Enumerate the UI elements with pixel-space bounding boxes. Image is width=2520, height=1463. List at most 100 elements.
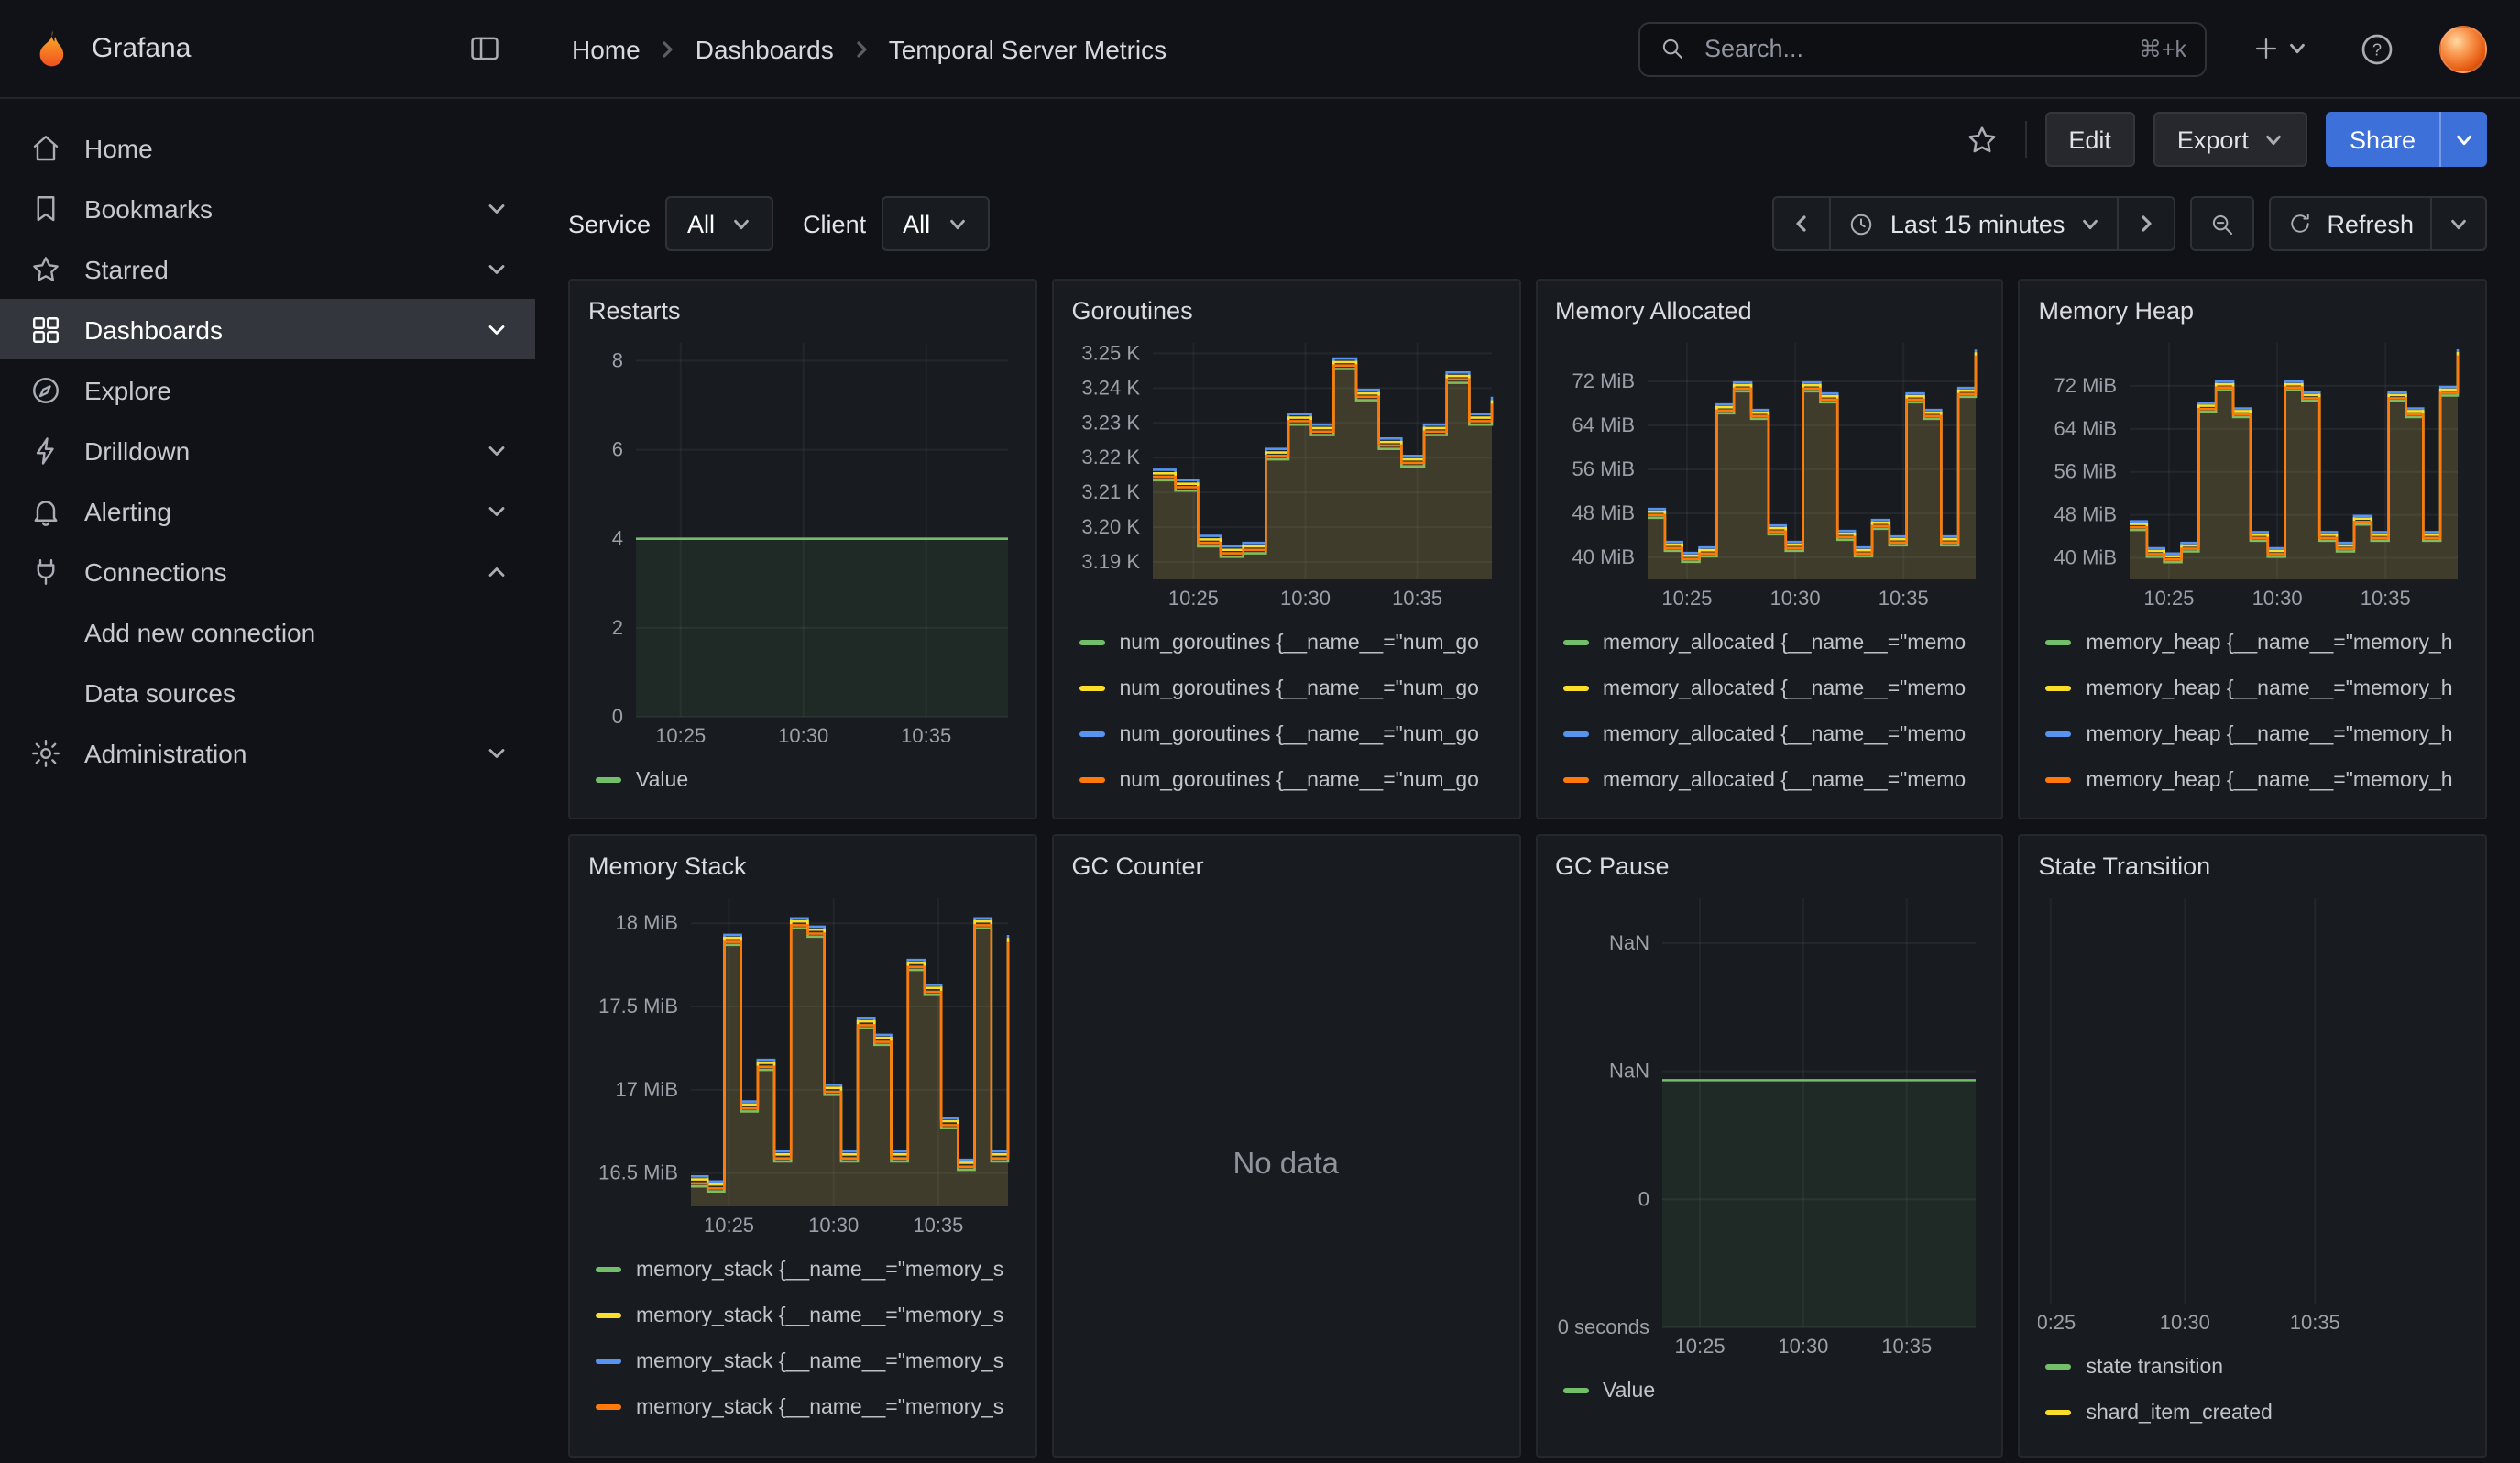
legend-label: Value (1603, 1380, 1655, 1402)
legend: Value (588, 757, 1017, 803)
legend-item[interactable]: memory_allocated {__name__="memo (1562, 666, 1984, 711)
chevron-down-icon[interactable] (484, 498, 509, 523)
favorite-button[interactable] (1956, 115, 2006, 164)
chevron-down-icon[interactable] (484, 256, 509, 281)
breadcrumb-home[interactable]: Home (572, 34, 641, 63)
breadcrumb-dashboards[interactable]: Dashboards (696, 34, 834, 63)
legend-item[interactable]: memory_heap {__name__="memory_h (2046, 620, 2468, 666)
time-shift-back-button[interactable] (1773, 196, 1832, 251)
chevron-right-icon (850, 38, 872, 60)
legend: state transition shard_item_created (2039, 1344, 2468, 1436)
sidebar-item-connections[interactable]: Connections (0, 541, 535, 601)
panel-title[interactable]: GC Pause (1555, 847, 1984, 887)
legend-item[interactable]: memory_stack {__name__="memory_s (596, 1247, 1017, 1292)
service-filter-select[interactable]: All (665, 196, 773, 251)
share-button[interactable]: Share (2326, 112, 2439, 167)
legend: memory_allocated {__name__="memo memory_… (1555, 620, 1984, 803)
legend-item[interactable]: memory_stack {__name__="memory_s (596, 1384, 1017, 1430)
legend-item[interactable]: memory_allocated {__name__="memo (1562, 757, 1984, 803)
svg-text:48 MiB: 48 MiB (1572, 501, 1634, 524)
panel-title[interactable]: Memory Allocated (1555, 292, 1984, 332)
chevron-up-icon[interactable] (484, 558, 509, 584)
refresh-interval-button[interactable] (2430, 196, 2487, 251)
home-link[interactable]: Grafana (29, 27, 191, 71)
panel-title[interactable]: Restarts (588, 292, 1017, 332)
legend-item[interactable]: shard_item_created (2046, 1390, 2468, 1436)
sidebar-item-add-new-connection[interactable]: Add new connection (0, 601, 535, 662)
add-new-button[interactable] (2243, 26, 2315, 72)
sidebar-item-starred[interactable]: Starred (0, 238, 535, 299)
legend-item[interactable]: memory_stack {__name__="memory_s (596, 1292, 1017, 1338)
svg-text:?: ? (2372, 39, 2382, 59)
legend-item[interactable]: num_goroutines {__name__="num_go (1079, 757, 1501, 803)
legend-item[interactable]: num_goroutines {__name__="num_go (1079, 666, 1501, 711)
memory-stack-chart[interactable]: 10:2510:3010:3516.5 MiB17 MiB17.5 MiB18 … (588, 887, 1017, 1239)
sidebar-item-administration[interactable]: Administration (0, 722, 535, 783)
svg-text:18 MiB: 18 MiB (616, 911, 678, 934)
panel-restarts: Restarts 10:2510:3010:3502468 Value (568, 279, 1037, 820)
chevron-down-icon[interactable] (484, 437, 509, 463)
state-transition-chart[interactable]: 10:2510:3010:35 (2039, 887, 2468, 1336)
legend-item[interactable]: memory_heap {__name__="memory_h (2046, 757, 2468, 803)
sidebar-item-explore[interactable]: Explore (0, 359, 535, 420)
legend-item[interactable]: num_goroutines {__name__="num_go (1079, 620, 1501, 666)
panel-title[interactable]: State Transition (2039, 847, 2468, 887)
user-avatar[interactable] (2439, 25, 2487, 72)
search-box[interactable]: ⌘+k (1638, 21, 2207, 76)
share-menu-button[interactable] (2439, 112, 2487, 167)
time-shift-forward-button[interactable] (2116, 196, 2175, 251)
legend-item[interactable]: memory_allocated {__name__="memo (1562, 711, 1984, 757)
export-button[interactable]: Export (2153, 112, 2307, 167)
legend-item[interactable]: Value (596, 757, 1017, 803)
sidebar-item-drilldown[interactable]: Drilldown (0, 420, 535, 480)
svg-text:4: 4 (612, 527, 623, 550)
legend-item[interactable]: num_goroutines {__name__="num_go (1079, 711, 1501, 757)
time-range-picker[interactable]: Last 15 minutes (1830, 196, 2119, 251)
legend-item[interactable]: memory_stack {__name__="memory_s (596, 1338, 1017, 1384)
series-color-mark (1079, 777, 1105, 783)
legend-label: memory_allocated {__name__="memo (1603, 632, 1966, 654)
panel-title[interactable]: Memory Heap (2039, 292, 2468, 332)
svg-text:40 MiB: 40 MiB (1572, 545, 1634, 568)
panel-title[interactable]: Memory Stack (588, 847, 1017, 887)
sidebar-item-alerting[interactable]: Alerting (0, 480, 535, 541)
refresh-button[interactable]: Refresh (2268, 196, 2432, 251)
legend-item[interactable]: state transition (2046, 1344, 2468, 1390)
legend-item[interactable]: memory_heap {__name__="memory_h (2046, 666, 2468, 711)
memory-heap-chart[interactable]: 10:2510:3010:3540 MiB48 MiB56 MiB64 MiB7… (2039, 332, 2468, 612)
zoom-out-button[interactable] (2189, 196, 2253, 251)
legend-item[interactable]: memory_heap {__name__="memory_h (2046, 711, 2468, 757)
chevron-down-icon[interactable] (484, 316, 509, 342)
help-button[interactable]: ? (2351, 23, 2403, 74)
sidebar-item-home[interactable]: Home (0, 117, 535, 178)
legend-label: memory_heap {__name__="memory_h (2087, 632, 2453, 654)
sidebar-item-data-sources[interactable]: Data sources (0, 662, 535, 722)
chevron-down-icon[interactable] (484, 740, 509, 765)
sidebar-item-dashboards[interactable]: Dashboards (0, 299, 535, 359)
client-filter-select[interactable]: All (881, 196, 989, 251)
memory-allocated-chart[interactable]: 10:2510:3010:3540 MiB48 MiB56 MiB64 MiB7… (1555, 332, 1984, 612)
edit-button[interactable]: Edit (2044, 112, 2135, 167)
series-color-mark (2046, 732, 2072, 737)
service-filter: Service All (568, 196, 773, 251)
legend-label: memory_stack {__name__="memory_s (636, 1350, 1003, 1372)
legend-label: memory_heap {__name__="memory_h (2087, 769, 2453, 791)
legend-item[interactable]: Value (1562, 1368, 1984, 1414)
search-input[interactable] (1701, 33, 2124, 64)
restarts-chart[interactable]: 10:2510:3010:3502468 (588, 332, 1017, 750)
panel-gc-pause: GC Pause 10:2510:3010:350 seconds0NaNNaN… (1535, 834, 2004, 1458)
sidebar-item-bookmarks[interactable]: Bookmarks (0, 178, 535, 238)
panel-title[interactable]: GC Counter (1072, 847, 1501, 887)
gc-pause-chart[interactable]: 10:2510:3010:350 seconds0NaNNaN (1555, 887, 1984, 1360)
panel-title[interactable]: Goroutines (1072, 292, 1501, 332)
chevron-down-icon (2079, 214, 2099, 234)
chevron-down-icon (2263, 129, 2284, 149)
sidebar-toggle-button[interactable] (460, 24, 509, 73)
legend-item[interactable]: memory_allocated {__name__="memo (1562, 620, 1984, 666)
series-color-mark (596, 1358, 621, 1364)
svg-text:10:30: 10:30 (778, 724, 828, 747)
svg-text:10:35: 10:35 (901, 724, 951, 747)
home-icon (29, 131, 62, 164)
chevron-down-icon[interactable] (484, 195, 509, 221)
goroutines-chart[interactable]: 10:2510:3010:353.19 K3.20 K3.21 K3.22 K3… (1072, 332, 1501, 612)
